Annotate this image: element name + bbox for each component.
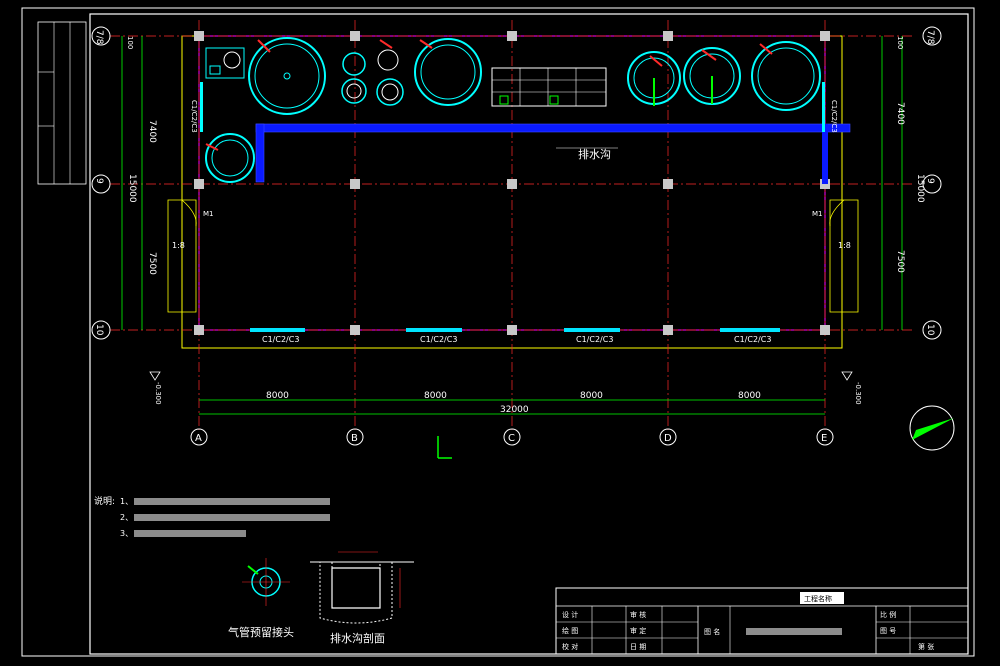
window-code-side-right: C1/C2/C3 [830, 100, 838, 133]
tank-2 [341, 52, 367, 104]
revision-strip [37, 21, 87, 185]
tank-4 [414, 38, 482, 106]
column-4-0 [820, 31, 830, 41]
tb-scale: 比 例 [880, 610, 896, 619]
column-4-2 [820, 325, 830, 335]
drain-channel: 排水沟 [255, 123, 851, 184]
column-2-1 [507, 179, 517, 189]
column-1-1 [350, 179, 360, 189]
tb-drawing-name-label: 图 名 [704, 627, 720, 636]
window-code-1: C1/C2/C3 [262, 335, 299, 344]
north-arrow [909, 405, 955, 451]
window-code-3: C1/C2/C3 [576, 335, 613, 344]
axis-label-col-2: C [508, 433, 515, 444]
dim-bay-bc: 8000 [424, 391, 447, 401]
dim-right-offset: 100 [896, 36, 904, 49]
tb-check: 校 对 [562, 642, 578, 651]
axis-label-col-0: A [195, 433, 202, 444]
equipment-rack [491, 67, 607, 107]
tank-1 [248, 37, 326, 115]
tank-3 [376, 39, 404, 106]
notes-heading: 说明: [94, 495, 115, 507]
axis-label-col-1: B [351, 433, 358, 444]
slope-left: 1:8 [172, 241, 185, 250]
tb-approve: 审 定 [630, 626, 646, 635]
dim-left-bottom: 7500 [147, 252, 157, 275]
dim-left-top: 7400 [147, 120, 157, 143]
title-block: 工程名称 设 计 绘 图 校 对 审 核 审 定 日 期 图 名 比 例 图 号… [555, 587, 969, 655]
dim-right-top: 7400 [895, 102, 905, 125]
air-pipe-detail: 气管预留接头 [228, 558, 294, 639]
tb-sheet: 第 张 [918, 642, 934, 651]
tank-6 [683, 47, 741, 105]
window-code-2: C1/C2/C3 [420, 335, 457, 344]
equipment-layout [200, 37, 825, 183]
door-left-code: M1 [203, 210, 214, 218]
dim-right-total: 15000 [915, 174, 925, 203]
window-strip-1 [406, 328, 462, 332]
axis-bubbles: A B C D E 7/8 7/8 9 9 10 10 [91, 26, 942, 446]
air-pipe-label: 气管预留接头 [228, 625, 294, 639]
column-3-1 [663, 179, 673, 189]
side-doors: 1:8 M1 1:8 M1 [167, 199, 859, 313]
level-right: -0.300 [854, 382, 862, 405]
axis-label-col-3: D [664, 433, 672, 444]
tb-date: 日 期 [630, 643, 646, 651]
tb-review: 审 核 [630, 610, 646, 619]
column-3-2 [663, 325, 673, 335]
control-panel [205, 47, 245, 79]
tank-8 [205, 133, 255, 183]
column-3-0 [663, 31, 673, 41]
column-2-2 [507, 325, 517, 335]
dim-left-offset: 100 [126, 36, 134, 49]
axis-label-row-1-0: 9 [94, 178, 104, 184]
column-2-0 [507, 31, 517, 41]
dim-right-bottom: 7500 [895, 250, 905, 273]
axis-label-row-0-0: 7/8 [94, 30, 104, 45]
dim-total: 32000 [500, 405, 529, 415]
note-2-num: 2、 [120, 513, 133, 522]
column-1-2 [350, 325, 360, 335]
dim-bay-ab: 8000 [266, 391, 289, 401]
dim-bay-cd: 8000 [580, 391, 603, 401]
drain-section-label: 排水沟剖面 [330, 631, 385, 645]
window-strip-2 [564, 328, 620, 332]
level-left: -0.300 [154, 382, 162, 405]
axis-label-col-4: E [821, 433, 827, 444]
slope-right: 1:8 [838, 241, 851, 250]
grid-lines [110, 20, 912, 430]
axis-label-row-2-0: 10 [94, 324, 104, 336]
window-strip-0 [250, 328, 305, 332]
dim-left-total: 15000 [127, 174, 137, 203]
tb-drawing-no: 图 号 [880, 627, 896, 635]
axis-label-row-0-1: 7/8 [925, 30, 935, 45]
window-strip-3 [720, 328, 780, 332]
window-code-4: C1/C2/C3 [734, 335, 771, 344]
column-0-2 [194, 325, 204, 335]
floor-plan-drawing: 排水沟 1:8 M1 1:8 M1 8000 8000 8000 8000 32… [21, 7, 975, 657]
axis-label-row-1-1: 9 [925, 178, 935, 184]
axis-label-row-2-1: 10 [925, 324, 935, 336]
dim-bay-de: 8000 [738, 391, 761, 401]
notes-block: 说明: 1、 2、 3、 [94, 495, 330, 538]
tb-design: 设 计 [562, 610, 578, 619]
column-1-0 [350, 31, 360, 41]
section-mark [437, 436, 452, 459]
tb-project: 工程名称 [804, 594, 832, 603]
column-0-0 [194, 31, 204, 41]
note-1-num: 1、 [120, 497, 133, 506]
tb-drawing: 绘 图 [562, 626, 578, 635]
door-right-code: M1 [812, 210, 823, 218]
note-3-num: 3、 [120, 529, 133, 538]
tank-5 [627, 51, 681, 106]
column-0-1 [194, 179, 204, 189]
tank-7 [751, 41, 821, 111]
drain-section-detail: 排水沟剖面 [310, 551, 414, 645]
dimension-texts: 8000 8000 8000 8000 32000 7400 7500 1500… [126, 36, 925, 415]
window-code-side: C1/C2/C3 [190, 100, 198, 133]
drain-channel-label: 排水沟 [578, 147, 611, 161]
window-codes: C1/C2/C3 C1/C2/C3 C1/C2/C3 C1/C2/C3 C1/C… [190, 100, 838, 344]
